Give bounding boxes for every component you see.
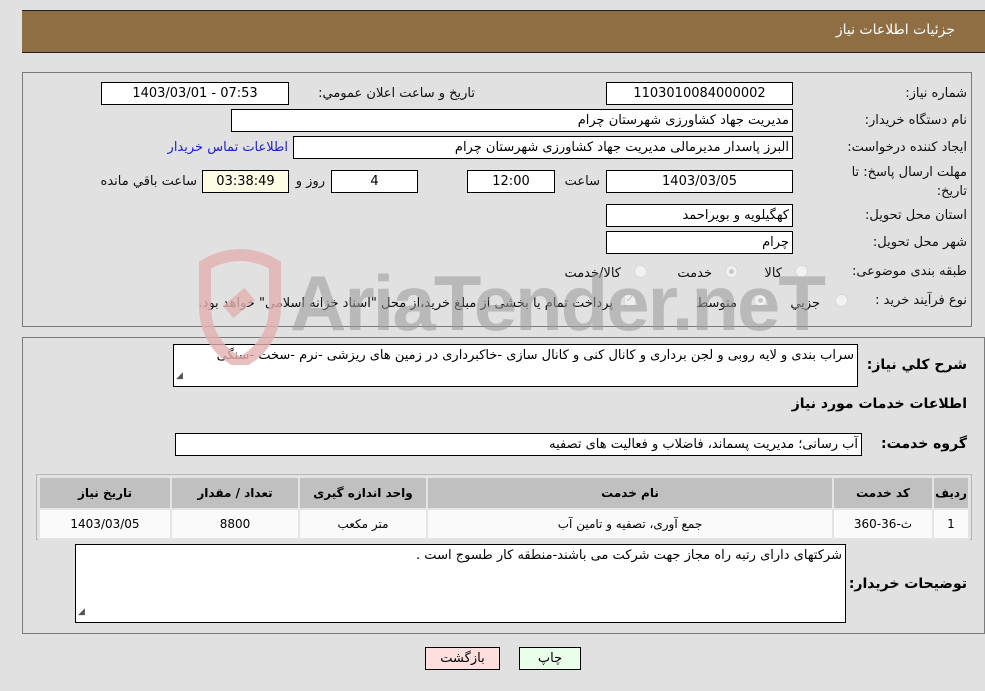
table-row: 1 ث-36-360 جمع آوری، تصفیه و تامین آب مت… [38,508,970,540]
cell-service-name: جمع آوری، تصفیه و تامین آب [426,508,834,540]
requester-label: ایجاد کننده درخواست: [847,140,967,155]
service-group-label: گروه خدمت: [881,436,967,452]
purchase-minor-label: جزيي [790,296,820,311]
cell-service-code: ث-36-360 [832,508,934,540]
buyer-contact-link[interactable]: اطلاعات تماس خریدار [168,140,288,155]
col-service-code: کد خدمت [832,476,934,510]
cell-unit: متر مکعب [298,508,428,540]
category-goods-label: کالا [764,266,782,281]
category-goods-service-radio[interactable] [634,265,647,278]
treasury-checkbox[interactable]: ✓ [624,294,636,306]
col-row-number: رديف [932,476,970,510]
page-title: جزئیات اطلاعات نیاز [835,22,955,38]
need-number-label: شماره نیاز: [905,86,967,101]
service-group-field: آب رسانی؛ مدیریت پسماند، فاضلاب و فعالیت… [175,433,862,456]
col-unit: واحد اندازه گيری [298,476,428,510]
purchase-medium-radio[interactable] [754,294,767,307]
deadline-time-label: ساعت [564,174,600,189]
col-need-date: تاريخ نياز [38,476,172,510]
province-label: استان محل تحویل: [865,208,967,223]
cell-row-number: 1 [932,508,970,540]
time-remaining-field: 03:38:49 [202,170,289,193]
buyer-org-field: مدیریت جهاد کشاورزی شهرستان چرام [231,109,793,132]
purchase-type-label: نوع فرآیند خرید : [875,293,967,308]
description-label: شرح کلي نياز: [866,357,967,373]
description-textarea[interactable]: سراب بندی و لایه روبی و لجن برداری و کان… [173,344,858,387]
services-table: رديف کد خدمت نام خدمت واحد اندازه گيری ت… [38,476,970,540]
print-button[interactable]: چاپ [519,647,581,670]
category-service-radio[interactable] [725,265,738,278]
city-field: چرام [606,231,793,254]
cell-quantity: 8800 [170,508,300,540]
back-button[interactable]: بازگشت [425,647,500,670]
treasury-note: پرداخت تمام یا بخشی از مبلغ خرید،از محل … [198,296,613,311]
requester-field: البرز پاسدار مدیرمالی مدیریت جهاد کشاورز… [293,136,793,159]
purchase-medium-label: متوسط [696,296,737,311]
deadline-label: مهلت ارسال پاسخ: تا تاریخ: [851,165,967,199]
buyer-notes-label: توضيحات خريدار: [848,576,967,592]
category-goods-service-label: کالا/خدمت [564,266,621,281]
days-label: روز و [295,174,325,189]
time-remaining-label: ساعت باقي مانده [100,174,197,189]
buyer-notes-textarea[interactable]: شرکتهای دارای رتبه راه مجاز جهت شرکت می … [75,544,846,623]
resize-grip-icon[interactable]: ◢ [78,604,85,621]
deadline-time-field: 12:00 [467,170,555,193]
purchase-minor-radio[interactable] [835,294,848,307]
need-number-field: 1103010084000002 [606,82,793,105]
resize-grip-icon[interactable]: ◢ [176,368,183,385]
services-section-title: اطلاعات خدمات مورد نياز [791,396,967,412]
days-remaining-field: 4 [331,170,418,193]
buyer-org-label: نام دستگاه خریدار: [864,113,967,128]
city-label: شهر محل تحویل: [872,235,967,250]
buyer-notes-text: شرکتهای دارای رتبه راه مجاز جهت شرکت می … [416,548,842,563]
table-header-row: رديف کد خدمت نام خدمت واحد اندازه گيری ت… [38,476,970,510]
cell-need-date: 1403/03/05 [38,508,172,540]
deadline-date-field: 1403/03/05 [606,170,793,193]
announce-datetime-field: 1403/03/01 - 07:53 [101,82,289,105]
col-service-name: نام خدمت [426,476,834,510]
category-service-label: خدمت [677,266,712,281]
category-goods-radio[interactable] [795,265,808,278]
announce-datetime-label: تاریخ و ساعت اعلان عمومي: [318,86,475,101]
col-quantity: تعداد / مقدار [170,476,300,510]
description-text: سراب بندی و لایه روبی و لجن برداری و کان… [216,348,854,363]
category-label: طبقه بندی موضوعی: [851,264,967,279]
province-field: کهگیلویه و بویراحمد [606,204,793,227]
page-header: جزئیات اطلاعات نیاز [22,10,985,53]
